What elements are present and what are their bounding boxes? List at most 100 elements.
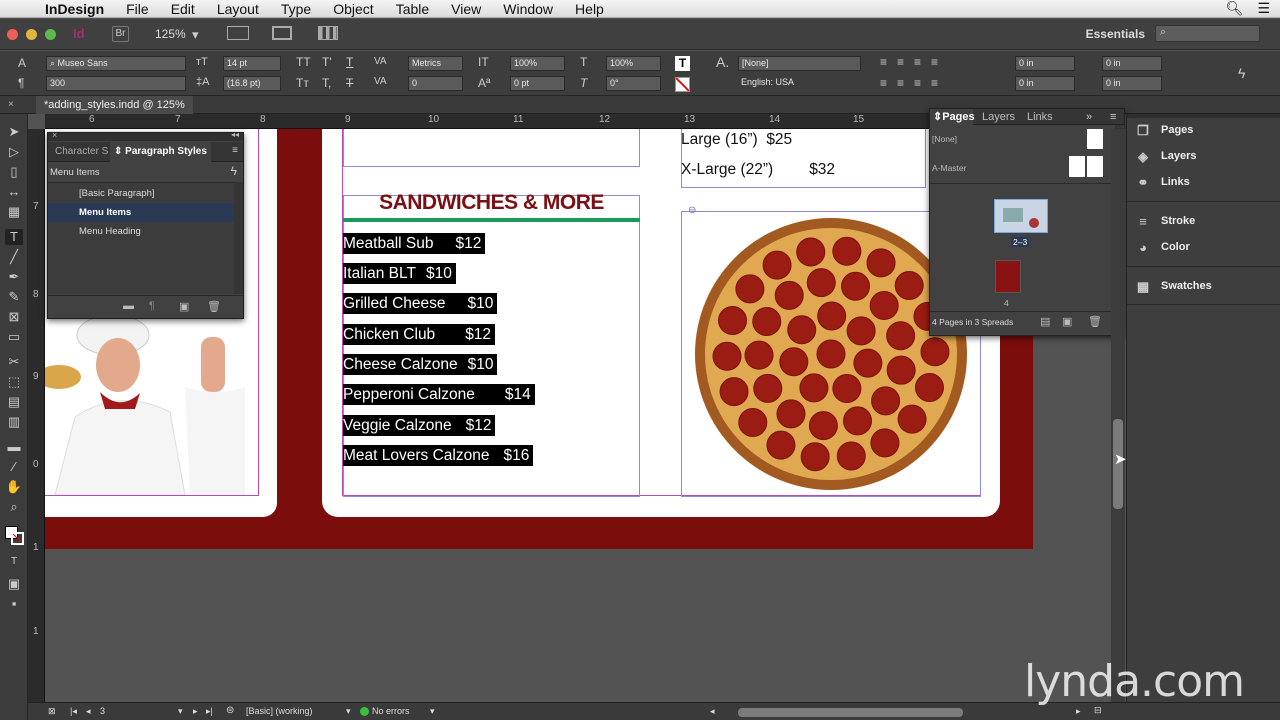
direct-selection-tool-icon[interactable]: ▷ xyxy=(5,144,23,160)
eyedropper-tool-icon[interactable]: ⁄ xyxy=(5,459,23,475)
space-before-field[interactable]: 0 in xyxy=(1102,56,1162,71)
page-tool-icon[interactable]: ▯ xyxy=(5,164,23,180)
paragraph-formatting-icon[interactable]: ¶ xyxy=(18,76,24,90)
zoom-window-icon[interactable] xyxy=(45,29,56,40)
screen-mode-icon[interactable] xyxy=(272,26,292,40)
vertical-scale-field[interactable]: 100% xyxy=(510,56,565,71)
pen-tool-icon[interactable]: ✒ xyxy=(5,269,23,285)
scroll-right-icon[interactable]: ▸ xyxy=(1076,706,1081,717)
panel-titlebar[interactable]: × ◂◂ xyxy=(48,130,243,141)
strikethrough-icon[interactable]: T xyxy=(346,76,353,90)
justify-buttons-row[interactable]: ≡≡≡≡ xyxy=(880,76,948,90)
menu-item[interactable]: Meatball Sub $12 xyxy=(343,233,486,254)
underline-icon[interactable]: T xyxy=(346,55,353,69)
note-tool-icon[interactable]: ▬ xyxy=(5,439,23,455)
gap-tool-icon[interactable]: ↔ xyxy=(5,184,23,200)
dock-swatches[interactable]: ▦ Swatches xyxy=(1135,276,1212,296)
dock-pages[interactable]: ❐ Pages xyxy=(1135,120,1193,140)
first-page-icon[interactable]: |◂ xyxy=(70,706,77,717)
new-style-group-icon[interactable]: ▬ xyxy=(123,300,134,312)
open-page-icon[interactable]: ⊜ xyxy=(226,705,234,716)
spotlight-search-icon[interactable]: 🔍︎ xyxy=(1226,0,1244,17)
line-tool-icon[interactable]: ╱ xyxy=(5,249,23,265)
leading-field[interactable]: (16.8 pt) xyxy=(223,76,281,91)
dock-stroke[interactable]: ≡ Stroke xyxy=(1135,211,1195,231)
tab-pages[interactable]: ⇕Pages xyxy=(930,109,975,125)
language-field[interactable]: English: USA xyxy=(738,76,861,91)
subscript-icon[interactable]: T, xyxy=(322,76,331,90)
menu-object[interactable]: Object xyxy=(322,1,384,17)
menu-app-name[interactable]: InDesign xyxy=(34,1,115,17)
gradient-feather-tool-icon[interactable]: ▥ xyxy=(5,414,23,430)
chef-photo[interactable] xyxy=(45,317,250,495)
next-page-icon[interactable]: ▸ xyxy=(193,706,198,717)
spread-2-3-thumbnail[interactable] xyxy=(994,199,1048,233)
tab-links[interactable]: Links xyxy=(1027,109,1053,125)
menu-item[interactable]: Chicken Club $12 xyxy=(343,324,496,345)
stroke-swatch-icon[interactable] xyxy=(11,532,24,545)
dock-color[interactable]: ◕ Color xyxy=(1135,237,1190,257)
pencil-tool-icon[interactable]: ✎ xyxy=(5,289,23,305)
menu-type[interactable]: Type xyxy=(270,1,322,17)
menu-help[interactable]: Help xyxy=(564,1,615,17)
delete-style-icon[interactable]: 🗑︎ xyxy=(207,300,221,313)
menu-edit[interactable]: Edit xyxy=(160,1,206,17)
profile-dropdown-icon[interactable]: ▾ xyxy=(346,706,351,717)
new-style-icon[interactable]: ▣ xyxy=(179,300,189,313)
view-options-icon[interactable] xyxy=(227,26,249,40)
clear-overrides-icon[interactable]: ¶ xyxy=(149,300,155,312)
dock-layers[interactable]: ◈ Layers xyxy=(1135,146,1196,166)
content-collector-icon[interactable]: ▦ xyxy=(5,204,23,220)
menu-view[interactable]: View xyxy=(440,1,492,17)
dock-links[interactable]: ⚭ Links xyxy=(1135,172,1190,192)
hand-tool-icon[interactable]: ✋ xyxy=(5,479,23,495)
style-item-basic-paragraph[interactable]: [Basic Paragraph] xyxy=(48,184,234,203)
style-item-menu-heading[interactable]: Menu Heading xyxy=(48,222,234,241)
fill-text-icon[interactable]: T xyxy=(675,56,690,71)
skew-field[interactable]: 0° xyxy=(606,76,661,91)
menu-item[interactable]: Grilled Cheese $10 xyxy=(343,293,498,314)
zoom-tool-icon[interactable]: ⌕ xyxy=(5,499,23,515)
preview-mode-icon[interactable]: ▪ xyxy=(5,596,23,612)
quick-apply-icon[interactable]: ϟ xyxy=(1238,65,1245,81)
style-item-menu-items[interactable]: Menu Items xyxy=(48,203,234,222)
menu-item[interactable]: Pepperoni Calzone $14 xyxy=(343,384,535,405)
menu-item[interactable]: Italian BLT $10 xyxy=(343,263,456,284)
notification-list-icon[interactable]: ☰ xyxy=(1257,0,1270,17)
space-after-field[interactable]: 0 in xyxy=(1102,76,1162,91)
tab-character-styles[interactable]: Character S xyxy=(55,146,108,157)
horizontal-scale-field[interactable]: 100% xyxy=(606,56,661,71)
page-4-thumbnail[interactable] xyxy=(995,260,1021,293)
right-indent-field[interactable]: 0 in xyxy=(1015,76,1075,91)
master-a-right-thumbnail[interactable] xyxy=(1087,156,1103,177)
formatting-affects-text-icon[interactable]: T xyxy=(5,554,23,570)
panel-menu-icon[interactable]: ≡ xyxy=(232,145,238,156)
gradient-swatch-tool-icon[interactable]: ▤ xyxy=(5,394,23,410)
close-panel-icon[interactable]: × xyxy=(52,130,57,140)
previous-page-icon[interactable]: ◂ xyxy=(86,706,91,717)
character-formatting-icon[interactable]: A xyxy=(18,56,26,70)
preflight-status-label[interactable]: No errors xyxy=(372,706,410,716)
tab-layers[interactable]: Layers xyxy=(982,109,1015,125)
menu-file[interactable]: File xyxy=(115,1,160,17)
master-a-label[interactable]: A-Master xyxy=(932,163,966,173)
left-indent-field[interactable]: 0 in xyxy=(1015,56,1075,71)
minimize-window-icon[interactable] xyxy=(26,29,37,40)
collapse-panel-icon[interactable]: ◂◂ xyxy=(231,130,239,139)
superscript-icon[interactable]: T' xyxy=(322,55,332,69)
page-dropdown-icon[interactable]: ▾ xyxy=(178,706,183,717)
menu-window[interactable]: Window xyxy=(492,1,564,17)
close-window-icon[interactable] xyxy=(7,29,18,40)
align-buttons-row[interactable]: ≡≡≡≡ xyxy=(880,55,948,69)
menu-item[interactable]: Cheese Calzone $10 xyxy=(343,354,498,375)
create-style-lightning-icon[interactable]: ϟ xyxy=(231,164,237,178)
menu-item[interactable]: Meat Lovers Calzone $16 xyxy=(343,445,534,466)
preflight-profile-label[interactable]: [Basic] (working) xyxy=(246,706,313,716)
font-family-field[interactable]: ⌕ Museo Sans xyxy=(46,56,186,71)
screen-mode-tool-icon[interactable]: ▣ xyxy=(5,576,23,592)
character-style-field[interactable]: [None] xyxy=(738,56,861,71)
menu-item[interactable]: Veggie Calzone $12 xyxy=(343,415,496,436)
master-none-thumbnail[interactable] xyxy=(1087,129,1103,149)
vertical-scrollbar[interactable] xyxy=(1111,129,1125,702)
preflight-dropdown-icon[interactable]: ▾ xyxy=(430,706,435,717)
